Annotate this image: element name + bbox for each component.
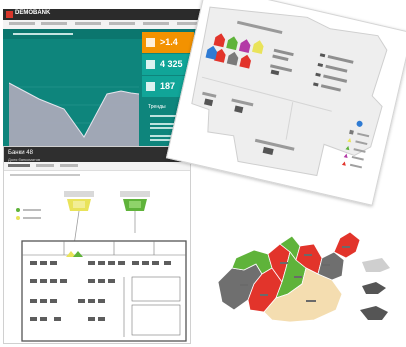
tab[interactable] (60, 164, 78, 167)
nav-item[interactable] (109, 22, 135, 25)
window-tabs (4, 162, 190, 171)
indoor-map (191, 6, 388, 177)
callout-yellow[interactable] (64, 191, 94, 211)
kpi-icon (146, 82, 155, 91)
region[interactable] (333, 231, 361, 259)
kpi-value: 187 (160, 81, 176, 91)
callout-green[interactable] (120, 191, 150, 211)
mini-map-thumbnails[interactable] (360, 258, 390, 320)
area-chart (9, 47, 139, 147)
nav-item[interactable] (41, 22, 67, 25)
tab[interactable] (36, 164, 54, 167)
kpi-icon (146, 38, 155, 47)
brand-logo-icon (6, 11, 13, 18)
kpi-icon (146, 60, 155, 69)
region[interactable] (317, 251, 345, 281)
floorplan-window: Банки 48 Доля банкоматов (3, 146, 191, 344)
info-line (10, 174, 80, 176)
kpi-value: 4 325 (160, 59, 183, 69)
nav-item[interactable] (9, 22, 35, 25)
trend-list-heading: Тренды (148, 104, 166, 110)
window-header: Банки 48 Доля банкоматов (4, 147, 190, 162)
indoor-map-panel (165, 0, 406, 206)
kpi-tile[interactable]: >1.4 (142, 32, 194, 53)
brand-name: DEMOBANK (15, 10, 51, 16)
tab-active[interactable] (8, 164, 30, 167)
kpi-value: >1.4 (160, 37, 178, 47)
region-map (217, 231, 390, 323)
floor-plan (21, 191, 187, 342)
window-title: Банки 48 (8, 150, 33, 156)
nav-item[interactable] (75, 22, 101, 25)
nav-item[interactable] (143, 22, 169, 25)
region-map-panel (210, 224, 400, 342)
